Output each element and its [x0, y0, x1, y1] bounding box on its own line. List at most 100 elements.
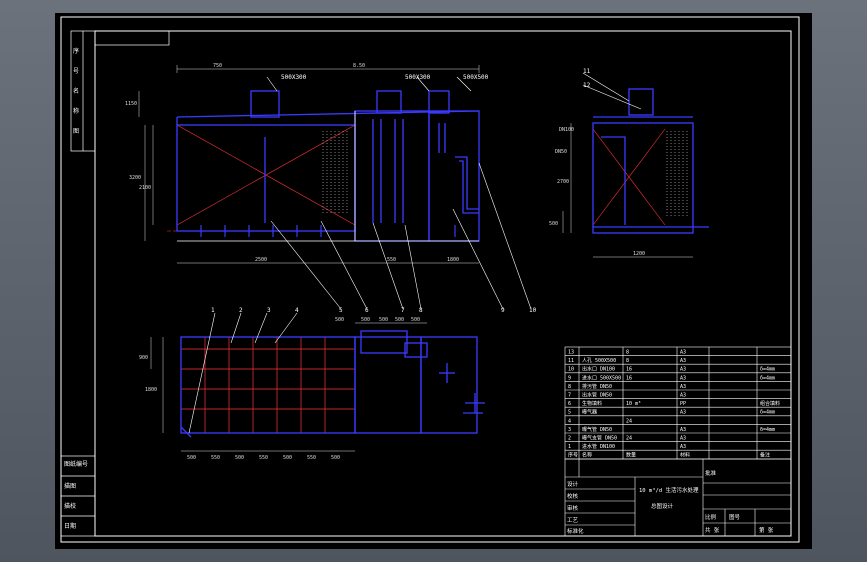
- inner-frame: [94, 30, 792, 537]
- parts-cell-name: 曝气器: [582, 409, 597, 416]
- cad-viewport: 序号名 称图 图纸编号 描图 描校 日期 1 2 3 4 5 6 7 8 9 1…: [0, 0, 867, 562]
- dim-plan-top-2: 500: [379, 317, 388, 323]
- svg-text:图: 图: [73, 128, 79, 135]
- plan-tank-outline: [180, 336, 356, 434]
- dim-front-bottom-1: 550: [387, 257, 396, 263]
- parts-cell-name: 进水口 500X500: [582, 374, 621, 381]
- dim-plan-left-0: 900: [139, 355, 148, 361]
- callout-front-3: 3: [267, 307, 271, 314]
- title-line-1: 10 m³/d 生活污水处理: [639, 486, 699, 494]
- dim-side-left-0: 2700: [557, 179, 569, 185]
- dim-front-bottom-0: 2500: [255, 257, 267, 263]
- parts-cell-note: 组合填料: [760, 400, 780, 407]
- side-manhole: [628, 88, 654, 116]
- left-strip-top: [70, 30, 170, 152]
- parts-header-cell: 名称: [582, 452, 592, 459]
- dim-plan-bottom-2: 500: [235, 455, 244, 461]
- parts-cell-no: 5: [568, 410, 571, 416]
- callout-side-12: 12: [583, 82, 591, 89]
- parts-cell-name: 进水管 DN100: [582, 443, 615, 450]
- parts-cell-name: 出水口 DN100: [582, 366, 615, 373]
- parts-cell-material: A3: [680, 384, 686, 390]
- plan-view: [150, 322, 485, 452]
- outer-frame: [60, 16, 800, 543]
- parts-cell-name: 生物填料: [582, 400, 602, 407]
- dim-plan-bottom-1: 550: [211, 455, 220, 461]
- parts-header-cell: 数量: [626, 452, 636, 459]
- parts-table-rows: 13 8 A311 人孔 500X500 8 A310 出水口 DN100 16 A3 δ=4mm…: [568, 350, 780, 459]
- front-pipe-riser-2: [376, 90, 402, 114]
- title-field-4: 标准化: [567, 527, 584, 535]
- parts-cell-material: A3: [680, 427, 686, 433]
- parts-cell-qty: 8: [626, 358, 629, 364]
- parts-header-cell: 材料: [680, 452, 690, 459]
- parts-cell-material: A3: [680, 410, 686, 416]
- svg-text:号: 号: [73, 68, 79, 75]
- parts-cell-name: 人孔 500X500: [582, 357, 616, 364]
- svg-text:名: 名: [73, 87, 79, 95]
- dim-plan-bottom-4: 500: [283, 455, 292, 461]
- title-right-2: 共 张: [705, 526, 720, 534]
- dim-front-bottom-2: 1800: [447, 257, 459, 263]
- parts-cell-name: 排污管 DN50: [582, 383, 612, 390]
- cad-drawing: 序号名 称图 图纸编号 描图 描校 日期 1 2 3 4 5 6 7 8 9 1…: [60, 16, 800, 543]
- parts-cell-no: 9: [568, 375, 571, 381]
- parts-cell-note: δ=4mm: [760, 367, 775, 373]
- parts-cell-material: A3: [680, 444, 686, 450]
- plan-inlet-box: [360, 330, 408, 354]
- svg-text:称: 称: [73, 107, 79, 115]
- parts-cell-material: A3: [680, 350, 686, 356]
- strip-label-3: 日期: [64, 522, 76, 530]
- side-tank-outline: [592, 122, 694, 234]
- dim-side-label-0: DN100: [559, 127, 574, 133]
- callout-front-4: 4: [295, 307, 299, 314]
- dim-plan-bottom-0: 500: [187, 455, 196, 461]
- parts-cell-qty: 8: [626, 350, 629, 356]
- plan-chamber-2: [354, 336, 422, 434]
- plan-chamber-3: [420, 336, 478, 434]
- parts-cell-qty: 10 m³: [626, 401, 641, 407]
- dim-plan-bottom-3: 550: [259, 455, 268, 461]
- dim-plan-top-4: 500: [411, 317, 420, 323]
- parts-cell-no: 2: [568, 436, 571, 442]
- title-field-2: 审核: [567, 504, 579, 512]
- title-field-5: 批准: [705, 469, 717, 477]
- parts-cell-material: A3: [680, 375, 686, 381]
- side-elevation: [562, 88, 709, 258]
- svg-text:序: 序: [73, 47, 79, 55]
- pipe-label-1: 500X300: [281, 74, 307, 81]
- title-right-3: 第 张: [759, 526, 774, 534]
- parts-cell-no: 1: [568, 444, 571, 450]
- parts-header-cell: 备注: [760, 452, 770, 459]
- callout-front-5: 5: [339, 307, 343, 314]
- parts-cell-name: 出水管 DN50: [582, 392, 612, 399]
- callout-front-2: 2: [239, 307, 243, 314]
- callout-front-8: 8: [419, 307, 423, 314]
- parts-cell-no: 13: [568, 350, 574, 356]
- parts-cell-material: A3: [680, 367, 686, 373]
- front-elevation: [138, 65, 480, 264]
- left-strip-top-text: 序号名 称图: [73, 47, 79, 135]
- front-pipe-riser-3: [428, 90, 450, 114]
- dim-plan-top-0: 500: [335, 317, 344, 323]
- parts-cell-no: 4: [568, 418, 571, 424]
- front-pipe-riser-1: [250, 90, 280, 118]
- parts-cell-material: A3: [680, 393, 686, 399]
- callout-front-7: 7: [401, 307, 405, 314]
- title-field-3: 工艺: [567, 517, 579, 524]
- title-block: [564, 458, 792, 537]
- dim-front-top-1: 8.50: [353, 63, 365, 69]
- strip-label-1: 描图: [64, 482, 76, 490]
- parts-cell-note: δ=4mm: [760, 427, 775, 433]
- front-tank-outline: [176, 124, 356, 232]
- parts-cell-no: 11: [568, 358, 574, 364]
- dim-plan-left-1: 1800: [145, 387, 157, 393]
- parts-cell-material: A3: [680, 358, 686, 364]
- callout-front-6: 6: [365, 307, 369, 314]
- parts-cell-qty: 16: [626, 367, 632, 373]
- dim-side-left-1: 500: [549, 221, 558, 227]
- dim-front-left-1: 2100: [139, 185, 151, 191]
- parts-header-cell: 序号: [568, 452, 578, 459]
- dim-front-left-2: 1150: [125, 101, 137, 107]
- title-line-2: 总图设计: [651, 502, 674, 510]
